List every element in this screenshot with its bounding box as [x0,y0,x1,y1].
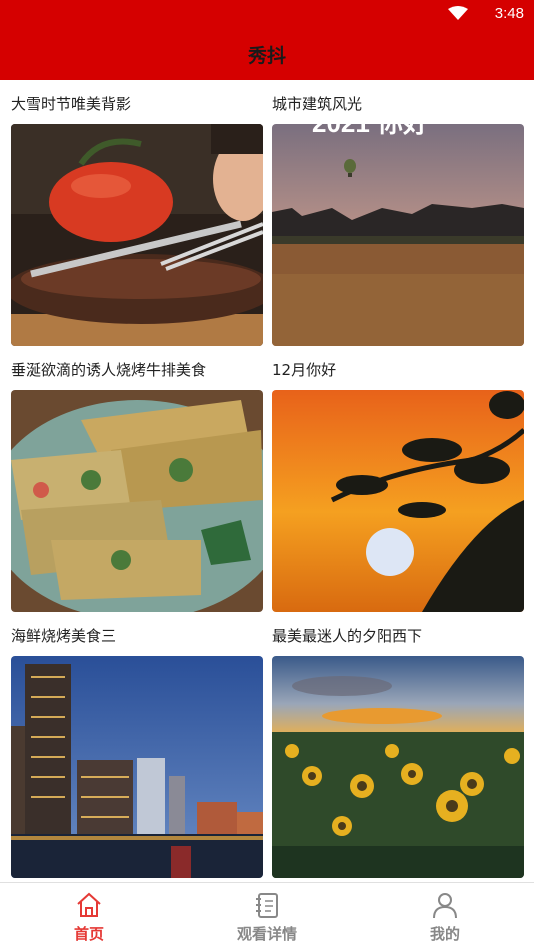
card-thumbnail-sunset-tree[interactable] [272,390,524,612]
status-bar: 3:48 [0,0,534,28]
card-thumbnail-city-skyline[interactable] [11,656,263,878]
tab-profile[interactable]: 我的 [356,883,534,949]
image-overlay-text: 2021 你好 [312,124,429,138]
card-thumbnail-steak[interactable] [11,124,263,346]
feed-card[interactable]: 垂涎欲滴的诱人烧烤牛排美食 [11,346,263,612]
user-icon [433,893,457,919]
home-icon [77,892,101,917]
card-title: 大雪时节唯美背影 [11,95,132,113]
card-title: 垂涎欲滴的诱人烧烤牛排美食 [11,361,207,379]
wifi-icon [448,6,468,20]
feed-card[interactable]: 大雪时节唯美背影 [11,80,263,346]
card-title: 12月你好 [272,361,337,379]
card-title: 城市建筑风光 [272,95,363,113]
card-title: 最美最迷人的夕阳西下 [272,627,423,645]
card-title: 海鲜烧烤美食三 [11,627,117,645]
tab-watch-details-label: 观看详情 [236,925,297,943]
feed-card[interactable]: 最美最迷人的夕阳西下 [272,612,524,878]
bottom-tab-bar: 首页 观看详情 我的 [0,882,534,949]
card-thumbnail-countryside[interactable]: 2021 你好 [272,124,524,346]
status-time: 3:48 [494,5,524,22]
tab-home[interactable]: 首页 [0,883,178,949]
notebook-icon [256,893,278,918]
card-thumbnail-fried-fish[interactable] [11,390,263,612]
tab-watch-details[interactable]: 观看详情 [178,883,356,949]
feed-card[interactable]: 城市建筑风光 2021 你好 [272,80,524,346]
tab-profile-label: 我的 [429,925,460,943]
feed-card[interactable]: 12月你好 [272,346,524,612]
video-feed-grid[interactable]: 大雪时节唯美背影 城市建筑风光 垂涎欲滴的诱人烧烤牛排美食 12月你好 海鲜烧烤… [0,80,534,882]
feed-card[interactable]: 海鲜烧烤美食三 [11,612,263,878]
app-bar: 秀抖 [0,28,534,80]
page-title: 秀抖 [247,44,286,67]
tab-home-label: 首页 [73,925,104,943]
card-thumbnail-sunflower-field[interactable] [272,656,524,878]
